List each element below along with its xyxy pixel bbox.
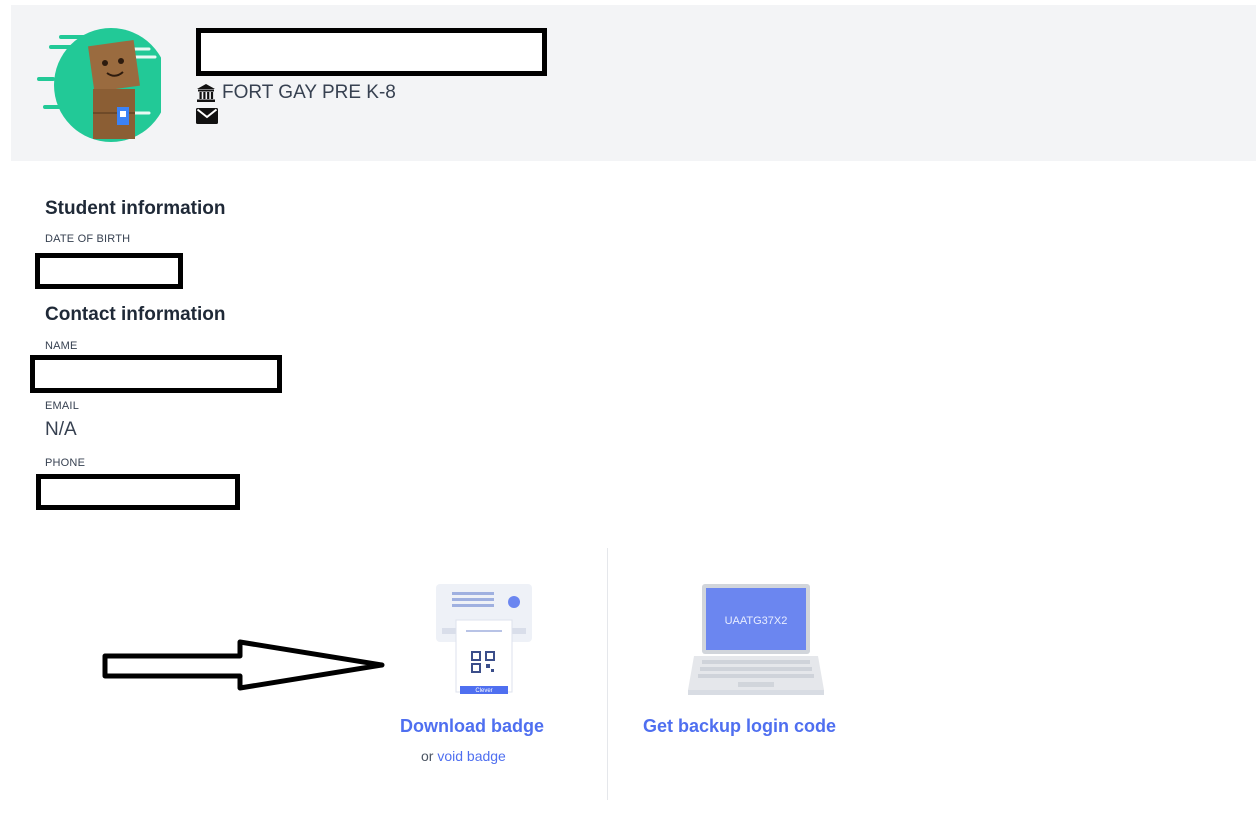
- institution-icon: [197, 84, 215, 102]
- or-text: or: [421, 748, 434, 764]
- arrow-annotation: [102, 639, 385, 691]
- name-label: NAME: [45, 340, 78, 352]
- redacted-dob: [35, 253, 183, 289]
- action-divider: [607, 548, 608, 800]
- void-badge-link[interactable]: void badge: [437, 748, 506, 764]
- contact-info-title: Contact information: [45, 304, 226, 325]
- student-info-title: Student information: [45, 198, 226, 219]
- laptop-illustration[interactable]: UAATG37X2: [688, 584, 824, 696]
- dob-label: DATE OF BIRTH: [45, 233, 131, 245]
- redacted-contact-name: [30, 355, 282, 393]
- backup-login-code-link[interactable]: Get backup login code: [643, 716, 836, 737]
- backup-code-text: UAATG37X2: [725, 615, 788, 627]
- void-badge-line: or void badge: [421, 748, 506, 764]
- email-label: EMAIL: [45, 400, 80, 412]
- avatar: [37, 28, 161, 142]
- phone-label: PHONE: [45, 457, 86, 469]
- email-value: N/A: [45, 419, 77, 440]
- envelope-icon: [196, 108, 218, 124]
- school-name: FORT GAY PRE K-8: [222, 82, 396, 103]
- redacted-phone: [36, 474, 240, 510]
- download-badge-link[interactable]: Download badge: [400, 716, 544, 737]
- school-line: FORT GAY PRE K-8: [196, 80, 396, 106]
- redacted-student-name: [196, 28, 547, 76]
- badge-brand-text: Clever: [475, 688, 492, 694]
- badge-illustration[interactable]: Clever: [436, 584, 536, 696]
- email-row: [196, 108, 218, 129]
